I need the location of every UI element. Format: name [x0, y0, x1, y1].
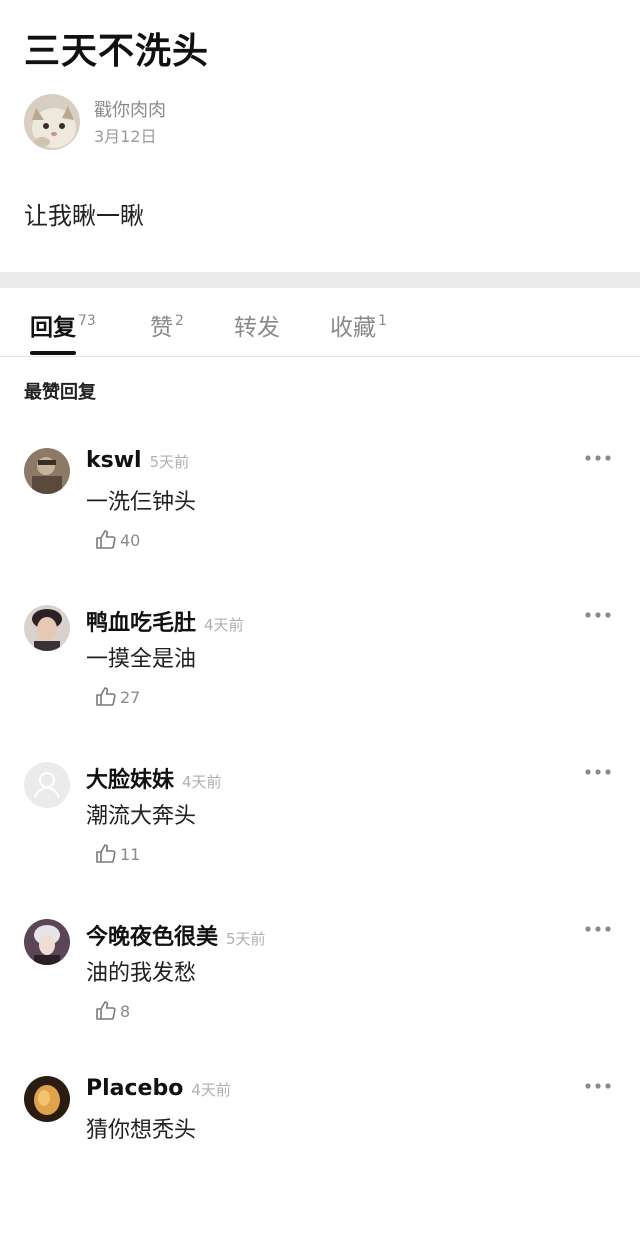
comment-time: 5天前 [226, 930, 266, 948]
comment-text: 油的我发愁 [86, 961, 197, 986]
tab-likes-label: 赞 [150, 315, 173, 341]
thumbs-up-icon [96, 844, 116, 863]
tab-reposts[interactable]: 转发 [234, 308, 280, 342]
comment-item: 今晚夜色很美 5天前 油的我发愁 8 [0, 919, 640, 1076]
section-heading: 最赞回复 [24, 382, 96, 403]
tab-likes-count: 2 [175, 313, 184, 329]
more-options-icon[interactable] [584, 607, 612, 623]
commenter-name-text: Placebo [86, 1076, 184, 1101]
like-count: 11 [120, 844, 141, 864]
like-button[interactable]: 11 [94, 842, 140, 866]
commenter-name[interactable]: 鸭血吃毛肚 4天前 [86, 605, 244, 637]
commenter-avatar[interactable] [24, 1076, 70, 1122]
tab-replies-count: 73 [78, 313, 96, 329]
commenter-name-text: 今晚夜色很美 [86, 925, 219, 950]
more-options-icon[interactable] [584, 1078, 612, 1094]
comment-text: 一洗仨钟头 [86, 490, 197, 515]
thumbs-up-icon [96, 530, 116, 549]
commenter-avatar[interactable] [24, 762, 70, 808]
like-count: 8 [120, 1001, 131, 1021]
more-options-icon[interactable] [584, 921, 612, 937]
like-button[interactable]: 8 [94, 999, 130, 1023]
section-divider [0, 272, 640, 288]
more-options-icon[interactable] [584, 450, 612, 466]
like-button[interactable]: 40 [94, 528, 140, 552]
comment-time: 5天前 [149, 453, 190, 471]
post-body: 让我瞅一瞅 [24, 202, 144, 230]
commenter-name[interactable]: 大脸妹妹 4天前 [86, 762, 222, 794]
tab-replies[interactable]: 回复 73 [30, 308, 96, 342]
comment-text: 潮流大奔头 [86, 804, 197, 829]
comment-text: 一摸全是油 [86, 647, 197, 672]
tab-replies-label: 回复 [30, 315, 76, 341]
tab-favorites-count: 1 [378, 313, 387, 329]
thumbs-up-icon [96, 1001, 116, 1020]
comment-time: 4天前 [191, 1081, 231, 1099]
like-button[interactable]: 27 [94, 685, 140, 709]
comment-item: kswl 5天前 一洗仨钟头 40 [0, 448, 640, 605]
tab-favorites[interactable]: 收藏 1 [330, 308, 387, 342]
author-avatar[interactable] [24, 94, 80, 150]
comment-text: 猜你想秃头 [86, 1118, 197, 1143]
commenter-name-text: kswl [86, 448, 142, 473]
commenter-name[interactable]: Placebo 4天前 [86, 1076, 231, 1101]
comment-item: Placebo 4天前 猜你想秃头 [0, 1076, 640, 1233]
post-title: 三天不洗头 [24, 31, 210, 72]
more-options-icon[interactable] [584, 764, 612, 780]
tab-likes[interactable]: 赞2 [150, 308, 184, 342]
post-date: 3月12日 [94, 127, 157, 146]
tab-reposts-label: 转发 [234, 315, 280, 341]
thumbs-up-icon [96, 687, 116, 706]
user-placeholder-icon [24, 762, 70, 808]
comment-time: 4天前 [204, 616, 244, 634]
like-count: 27 [120, 687, 141, 707]
commenter-avatar[interactable] [24, 448, 70, 494]
commenter-name[interactable]: kswl 5天前 [86, 448, 189, 473]
tab-bar: 回复 73 赞2 转发 收藏 1 [0, 288, 640, 357]
comment-item: 大脸妹妹 4天前 潮流大奔头 11 [0, 762, 640, 919]
active-tab-indicator [30, 351, 76, 355]
commenter-name[interactable]: 今晚夜色很美 5天前 [86, 919, 266, 951]
like-count: 40 [120, 530, 141, 550]
comment-time: 4天前 [182, 773, 222, 791]
author-name[interactable]: 戳你肉肉 [94, 96, 166, 122]
commenter-name-text: 鸭血吃毛肚 [86, 611, 197, 636]
commenter-avatar[interactable] [24, 919, 70, 965]
commenter-avatar[interactable] [24, 605, 70, 651]
commenter-name-text: 大脸妹妹 [86, 768, 175, 793]
comment-item: 鸭血吃毛肚 4天前 一摸全是油 27 [0, 605, 640, 762]
tab-favorites-label: 收藏 [330, 315, 376, 341]
post-header: 三天不洗头 戳你肉肉 3月12日 让我瞅一瞅 [0, 0, 640, 272]
